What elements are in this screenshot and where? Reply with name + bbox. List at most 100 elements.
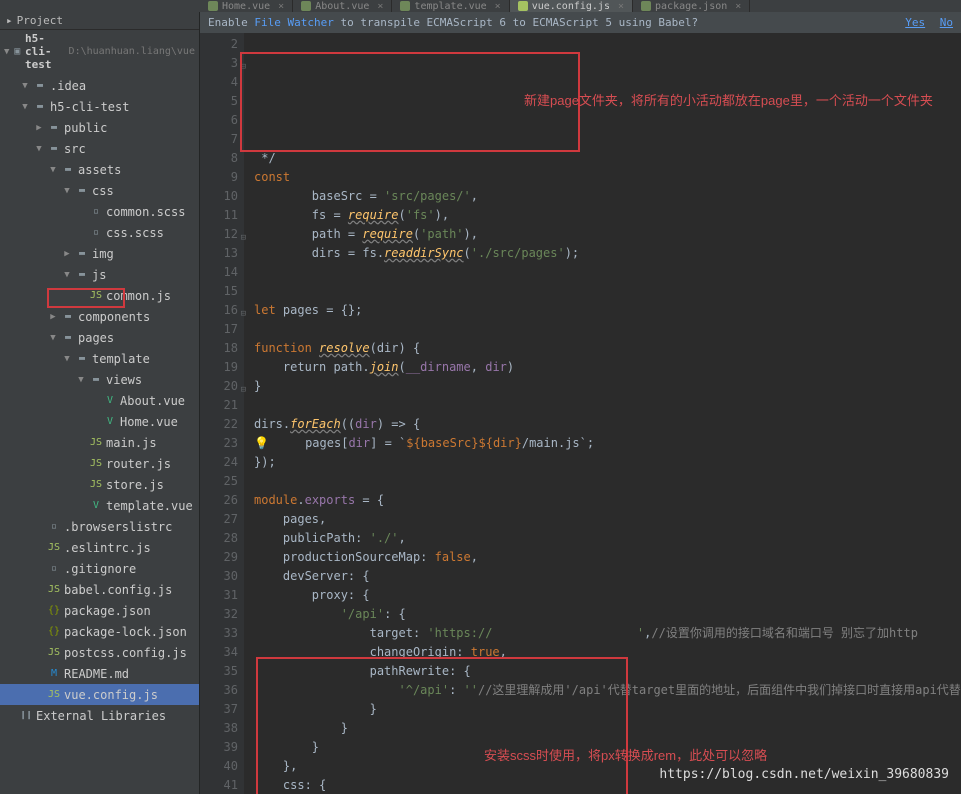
gen-icon: ▫ [47,562,61,576]
close-icon[interactable]: × [495,1,501,12]
v-icon: V [89,499,103,513]
project-sidebar: ▸ Project ▼ ▣ h5-cli-test D:\huanhuan.li… [0,12,200,794]
dir-icon: ▬ [75,352,89,366]
no-link[interactable]: No [940,16,953,29]
node-label: .browserslistrc [64,520,172,534]
tab-template-vue[interactable]: template.vue× [392,0,509,12]
project-title: Project [17,14,63,27]
node-label: template.vue [106,499,193,513]
chevron-down-icon: ▸ [6,14,13,27]
dir-icon: ▬ [89,373,103,387]
tree-node[interactable]: ▼▬h5-cli-test [0,96,199,117]
node-label: img [92,247,114,261]
tree-node[interactable]: ▶▬img [0,243,199,264]
tree-node[interactable]: ▼▬css [0,180,199,201]
dir-icon: ▬ [61,310,75,324]
annotation-2: 安装scss时使用，将px转换成rem，此处可以忽略 [484,746,767,765]
js-icon: JS [89,436,103,450]
file-icon [518,1,528,11]
file-icon [301,1,311,11]
tree-node[interactable]: JScommon.js [0,285,199,306]
tab-Home-vue[interactable]: Home.vue× [200,0,293,12]
node-label: css.scss [106,226,164,240]
close-icon[interactable]: × [618,1,624,12]
node-label: babel.config.js [64,583,172,597]
chevron-icon: ▼ [76,375,86,385]
tree-node[interactable]: ▶▬components [0,306,199,327]
node-label: views [106,373,142,387]
node-label: common.js [106,289,171,303]
node-label: Home.vue [120,415,178,429]
chevron-icon: ▼ [20,81,30,91]
close-icon[interactable]: × [377,1,383,12]
tree-node[interactable]: ❙❙External Libraries [0,705,199,726]
tree-node[interactable]: JSpostcss.config.js [0,642,199,663]
tree-node[interactable]: ▼▬pages [0,327,199,348]
tree-node[interactable]: ▼▬views [0,369,199,390]
tree-node[interactable]: ▼▬src [0,138,199,159]
gutter: 23⊟456789101112⊟13141516⊟17181920⊟212223… [200,33,244,794]
node-label: package-lock.json [64,625,187,639]
notification-text: Enable File Watcher to transpile ECMAScr… [208,16,698,29]
tree-node[interactable]: VAbout.vue [0,390,199,411]
chevron-down-icon: ▼ [4,47,9,57]
tree-node[interactable]: ▼▬assets [0,159,199,180]
close-icon[interactable]: × [735,1,741,12]
js-icon: JS [47,541,61,555]
node-label: store.js [106,478,164,492]
node-label: postcss.config.js [64,646,187,660]
tree-node[interactable]: JSvue.config.js [0,684,199,705]
tree-node[interactable]: JSstore.js [0,474,199,495]
chevron-icon: ▶ [34,123,44,133]
tree-node[interactable]: JSbabel.config.js [0,579,199,600]
tree-node[interactable]: VHome.vue [0,411,199,432]
dir-icon: ▬ [61,331,75,345]
tab-package-json[interactable]: package.json× [633,0,750,12]
tab-About-vue[interactable]: About.vue× [293,0,392,12]
node-label: .gitignore [64,562,136,576]
tree-node[interactable]: ▫.gitignore [0,558,199,579]
v-icon: V [103,415,117,429]
node-label: vue.config.js [64,688,158,702]
dir-icon: ▬ [47,142,61,156]
js-icon: JS [47,646,61,660]
node-label: js [92,268,106,282]
node-label: pages [78,331,114,345]
tree-node[interactable]: JSmain.js [0,432,199,453]
md-icon: M [47,667,61,681]
tree-node[interactable]: ▼▬.idea [0,75,199,96]
js-icon: JS [89,478,103,492]
gen-icon: ▫ [89,205,103,219]
dir-icon: ❙❙ [19,709,33,723]
tree-node[interactable]: ▫css.scss [0,222,199,243]
chevron-icon: ▶ [62,249,72,259]
yes-link[interactable]: Yes [905,16,925,29]
js-icon: JS [89,289,103,303]
source[interactable]: 新建page文件夹，将所有的小活动都放在page里，一个活动一个文件夹 安装sc… [244,33,961,794]
close-icon[interactable]: × [278,1,284,12]
tree-node[interactable]: JS.eslintrc.js [0,537,199,558]
file-watcher-link[interactable]: File Watcher [254,16,333,29]
tree-node[interactable]: MREADME.md [0,663,199,684]
tree-node[interactable]: ▼▬template [0,348,199,369]
chevron-icon: ▼ [20,102,30,112]
tree-node[interactable]: ▫.browserslistrc [0,516,199,537]
tree-node[interactable]: {}package.json [0,600,199,621]
chevron-icon: ▼ [34,144,44,154]
code-editor[interactable]: 23⊟456789101112⊟13141516⊟17181920⊟212223… [200,33,961,794]
tree-node[interactable]: Vtemplate.vue [0,495,199,516]
tree-node[interactable]: JSrouter.js [0,453,199,474]
tree-node[interactable]: ▶▬public [0,117,199,138]
node-label: public [64,121,107,135]
node-label: css [92,184,114,198]
folder-icon: ▣ [13,45,21,59]
tree-node[interactable]: ▼▬js [0,264,199,285]
tab-vue-config-js[interactable]: vue.config.js× [510,0,633,12]
project-root[interactable]: ▼ ▣ h5-cli-test D:\huanhuan.liang\vue [0,30,199,73]
node-label: README.md [64,667,129,681]
tree-node[interactable]: {}package-lock.json [0,621,199,642]
project-header[interactable]: ▸ Project [0,12,199,30]
node-label: .idea [50,79,86,93]
tree-node[interactable]: ▫common.scss [0,201,199,222]
node-label: src [64,142,86,156]
